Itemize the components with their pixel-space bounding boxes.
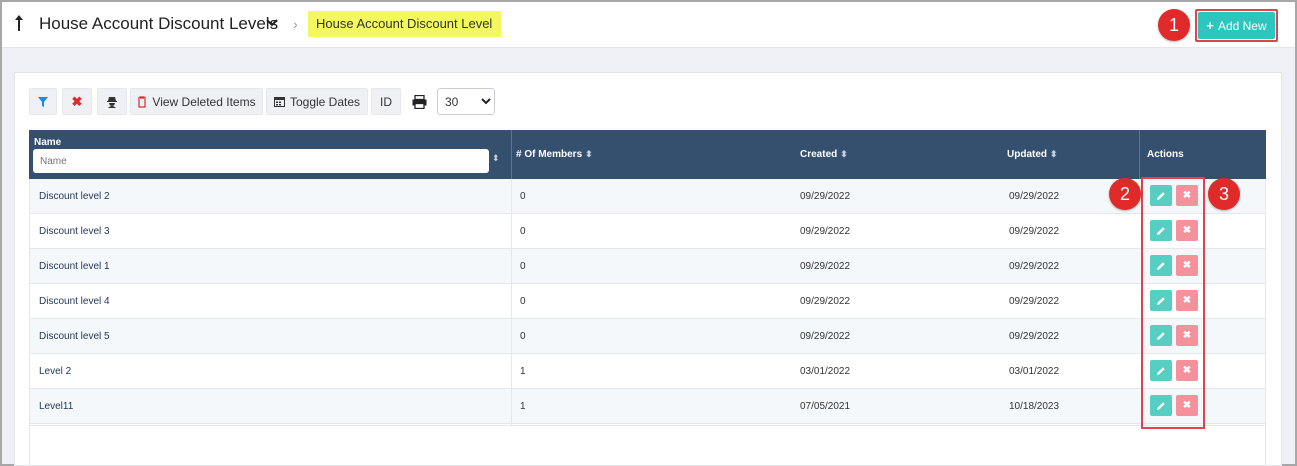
actions-callout-box <box>1141 177 1205 429</box>
add-new-button[interactable]: + Add New <box>1198 12 1275 39</box>
up-arrow-icon[interactable] <box>12 14 26 32</box>
cell-members: 1 <box>520 401 526 412</box>
sort-icon: ⬍ <box>1050 149 1058 159</box>
cell-created: 03/01/2022 <box>800 366 851 377</box>
table-row: Discount level 1 0 09/29/2022 09/29/2022 ✖ <box>29 249 1266 284</box>
view-deleted-label: View Deleted Items <box>152 94 256 109</box>
page-title: House Account Discount Levels <box>39 14 279 33</box>
cell-created: 07/05/2021 <box>800 401 851 412</box>
clear-icon: ✖ <box>71 93 83 109</box>
calendar-icon <box>273 97 285 107</box>
sort-icon: ⬍ <box>840 149 848 159</box>
incognito-button[interactable] <box>97 88 127 115</box>
column-divider <box>511 130 512 179</box>
toggle-dates-button[interactable]: Toggle Dates <box>266 88 368 115</box>
column-header-updated[interactable]: Updated ⬍ <box>1007 149 1058 160</box>
column-header-name: Name <box>34 137 62 148</box>
toggle-dates-label: Toggle Dates <box>289 94 361 109</box>
table-row: Discount level 3 0 09/29/2022 09/29/2022 ✖ <box>29 214 1266 249</box>
cell-created: 09/29/2022 <box>800 331 851 342</box>
cell-name[interactable]: Level11 <box>39 401 73 412</box>
table-border <box>29 425 1266 426</box>
column-header-created[interactable]: Created ⬍ <box>800 149 848 160</box>
cell-created: 09/29/2022 <box>800 226 851 237</box>
cell-updated: 09/29/2022 <box>1009 226 1060 237</box>
cell-members: 0 <box>520 331 526 342</box>
clear-filter-button[interactable]: ✖ <box>62 88 92 115</box>
column-divider <box>511 179 512 425</box>
cell-members: 0 <box>520 226 526 237</box>
cell-name[interactable]: Discount level 1 <box>39 261 110 272</box>
table-row: Level11 1 07/05/2021 10/18/2023 ✖ <box>29 389 1266 424</box>
table-row: Level 2 1 03/01/2022 03/01/2022 ✖ <box>29 354 1266 389</box>
cell-created: 09/29/2022 <box>800 261 851 272</box>
cell-created: 09/29/2022 <box>800 191 851 202</box>
callout-badge-1: 1 <box>1158 9 1190 41</box>
sort-icon: ⬍ <box>585 149 593 159</box>
cell-name[interactable]: Discount level 3 <box>39 226 110 237</box>
id-label: ID <box>380 94 392 109</box>
cell-members: 0 <box>520 191 526 202</box>
chevron-down-icon <box>481 98 491 105</box>
cell-updated: 03/01/2022 <box>1009 366 1060 377</box>
cell-members: 0 <box>520 296 526 307</box>
column-divider <box>1139 130 1140 179</box>
table-border <box>29 179 30 466</box>
cell-name[interactable]: Discount level 4 <box>39 296 110 307</box>
column-header-actions: Actions <box>1147 149 1184 160</box>
table-row: Discount level 2 0 09/29/2022 09/29/2022 ✖ <box>29 179 1266 214</box>
trash-icon <box>138 95 147 108</box>
cell-updated: 10/18/2023 <box>1009 401 1060 412</box>
chevron-down-icon[interactable] <box>266 18 278 28</box>
filter-button[interactable] <box>29 88 57 115</box>
callout-badge-3: 3 <box>1208 178 1240 210</box>
cell-updated: 09/29/2022 <box>1009 261 1060 272</box>
cell-updated: 09/29/2022 <box>1009 296 1060 307</box>
chevron-right-icon: › <box>293 16 298 32</box>
cell-created: 09/29/2022 <box>800 296 851 307</box>
cell-name[interactable]: Discount level 2 <box>39 191 110 202</box>
table-border <box>1265 179 1266 466</box>
sort-icon[interactable]: ⬍ <box>492 153 500 164</box>
cell-name[interactable]: Discount level 5 <box>39 331 110 342</box>
filter-icon <box>38 96 48 107</box>
id-toggle-button[interactable]: ID <box>371 88 401 115</box>
plus-icon: + <box>1206 18 1214 33</box>
table-row: Discount level 5 0 09/29/2022 09/29/2022 ✖ <box>29 319 1266 354</box>
column-header-members[interactable]: # Of Members ⬍ <box>516 149 593 160</box>
print-icon[interactable] <box>412 95 427 109</box>
callout-badge-2: 2 <box>1109 178 1141 210</box>
view-deleted-button[interactable]: View Deleted Items <box>130 88 263 115</box>
name-filter-input[interactable] <box>33 149 489 173</box>
cell-members: 0 <box>520 261 526 272</box>
add-new-label: Add New <box>1217 18 1267 33</box>
cell-updated: 09/29/2022 <box>1009 191 1060 202</box>
cell-name[interactable]: Level 2 <box>39 366 71 377</box>
cell-members: 1 <box>520 366 526 377</box>
breadcrumb[interactable]: House Account Discount Level <box>308 11 501 37</box>
table-row: Discount level 4 0 09/29/2022 09/29/2022 ✖ <box>29 284 1266 319</box>
cell-updated: 09/29/2022 <box>1009 331 1060 342</box>
user-secret-icon <box>107 96 117 108</box>
